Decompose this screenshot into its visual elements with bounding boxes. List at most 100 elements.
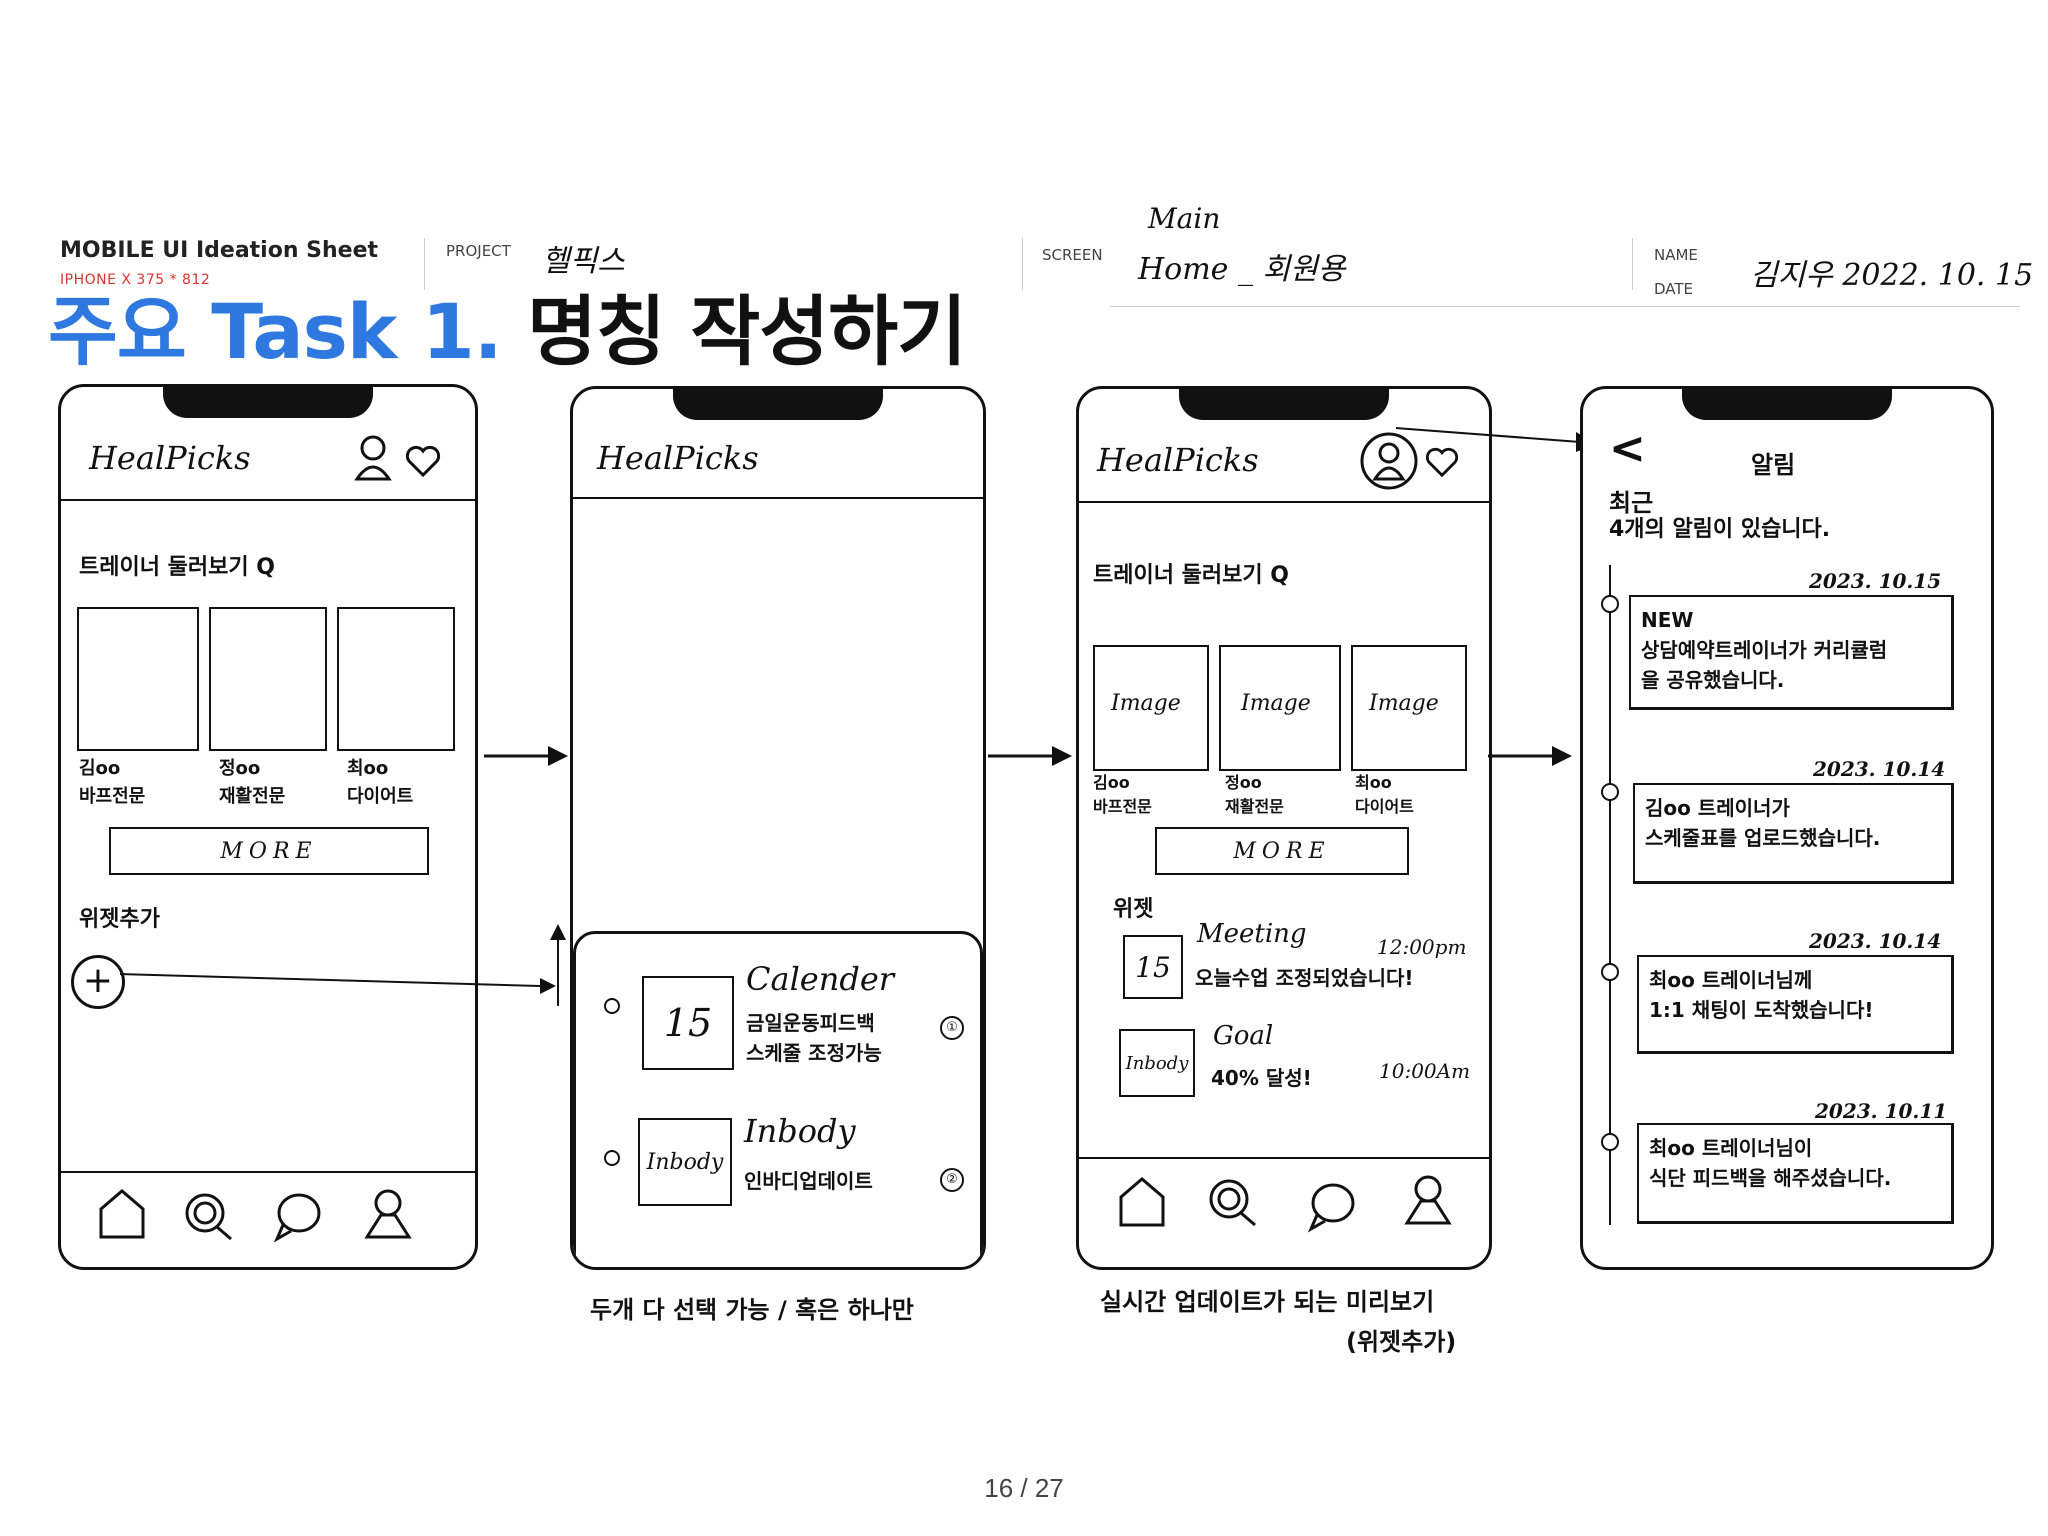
widget-title[interactable]: Meeting — [1197, 919, 1307, 949]
trainer-specialty: 다이어트 — [1355, 797, 1414, 816]
phone-screen-notifications: < 알림 최근 4개의 알림이 있습니다. 2023. 10.15 NEW 상담… — [1580, 386, 1994, 1270]
widget-description: 금일운동피드백 스케줄 조정가능 — [746, 1008, 882, 1068]
trainer-info-1: 김oo 바프전문 — [79, 755, 145, 811]
app-title: HealPicks — [597, 439, 759, 477]
nav-divider — [1079, 1157, 1489, 1159]
notification-line: 1:1 채팅이 도착했습니다! — [1649, 998, 1874, 1022]
phone-notch — [163, 387, 373, 418]
notification-line: 식단 피드백을 해주셨습니다. — [1649, 1166, 1892, 1190]
profile-nav-icon[interactable] — [1401, 1173, 1455, 1227]
more-button[interactable]: MORE — [1155, 827, 1409, 875]
profile-icon[interactable] — [351, 433, 395, 483]
screen-value-top: Main — [1148, 202, 1221, 235]
phone-screen-home-widgets: HealPicks 트레이너 둘러보기 Q Image Image Image … — [1076, 386, 1492, 1270]
trainer-info-3: 최oo 다이어트 — [347, 755, 413, 811]
image-placeholder-label: Image — [1111, 691, 1181, 716]
name-date-value: 김지우 2022. 10. 15 — [1750, 258, 2034, 293]
timeline-dot — [1601, 963, 1619, 981]
profile-to-notif-arrow — [1396, 427, 1596, 452]
name-label: NAME — [1654, 246, 1698, 264]
chat-icon[interactable] — [271, 1189, 325, 1243]
trainer-card-3[interactable] — [337, 607, 455, 751]
timeline-dot — [1601, 783, 1619, 801]
calendar-icon: 15 — [1123, 935, 1183, 999]
screen-label: SCREEN — [1042, 246, 1103, 264]
header-divider — [61, 499, 475, 501]
notification-date: 2023. 10.15 — [1809, 569, 1942, 593]
more-button[interactable]: MORE — [109, 827, 429, 875]
widget-title: Inbody — [744, 1112, 856, 1150]
search-icon[interactable] — [1205, 1175, 1259, 1229]
widget-radio-2[interactable] — [604, 1150, 620, 1166]
trainer-card-1[interactable] — [77, 607, 199, 751]
trainer-info-2: 정oo 재활전문 — [1225, 771, 1284, 819]
flow-arrow-1 — [484, 746, 568, 766]
widget-bottom-sheet: 15 Calender 금일운동피드백 스케줄 조정가능 ① Inbody In… — [573, 931, 983, 1267]
trainer-card-3[interactable]: Image — [1351, 645, 1467, 771]
widget-title: Calender — [746, 960, 895, 998]
page-number: 16 / 27 — [984, 1473, 1064, 1503]
inbody-icon: Inbody — [638, 1118, 732, 1206]
notification-item-2[interactable]: 김oo 트레이너가 스케줄표를 업로드했습니다. — [1633, 783, 1954, 884]
calendar-icon: 15 — [642, 976, 734, 1070]
notification-item-1[interactable]: NEW 상담예약트레이너가 커리큘럼 을 공유했습니다. — [1629, 595, 1954, 710]
profile-nav-icon[interactable] — [361, 1187, 415, 1241]
heart-icon[interactable] — [405, 445, 441, 479]
phone-notch — [1179, 389, 1389, 420]
search-icon[interactable] — [181, 1189, 235, 1243]
trainer-name: 김oo — [79, 758, 121, 779]
trainer-name: 정oo — [219, 758, 261, 779]
trainer-card-2[interactable] — [209, 607, 327, 751]
task-title-prefix: 주요 Task 1. — [48, 287, 503, 376]
widget-number-1: ① — [940, 1016, 964, 1040]
trainer-specialty: 재활전문 — [1225, 797, 1284, 816]
notification-item-3[interactable]: 최oo 트레이너님께 1:1 채팅이 도착했습니다! — [1637, 955, 1954, 1054]
home-icon[interactable] — [95, 1187, 149, 1241]
nav-divider — [61, 1171, 475, 1173]
widget-description: 40% 달성! — [1211, 1066, 1312, 1090]
trainer-name: 김oo — [1093, 773, 1130, 792]
notification-item-4[interactable]: 최oo 트레이너님이 식단 피드백을 해주셨습니다. — [1637, 1123, 1954, 1224]
screen3-caption-line1: 실시간 업데이트가 되는 미리보기 — [1100, 1288, 1435, 1316]
notifications-summary-line2: 4개의 알림이 있습니다. — [1609, 517, 1831, 542]
trainer-card-2[interactable]: Image — [1219, 645, 1341, 771]
add-widget-arrow — [119, 924, 566, 1006]
widget-time: 10:00Am — [1379, 1059, 1471, 1083]
trainer-specialty: 재활전문 — [219, 786, 286, 807]
sheet-title: MOBILE UI Ideation Sheet — [60, 238, 379, 263]
flow-arrow-2 — [988, 746, 1072, 766]
screen2-caption: 두개 다 선택 가능 / 혹은 하나만 — [590, 1296, 914, 1324]
widget-radio-1[interactable] — [604, 998, 620, 1014]
notification-line: 을 공유했습니다. — [1641, 668, 1785, 692]
widget-title[interactable]: Goal — [1213, 1021, 1273, 1051]
phone-screen-widget-picker: HealPicks 15 Calender 금일운동피드백 스케줄 조정가능 ①… — [570, 386, 986, 1270]
phone-screen-home-empty: HealPicks 트레이너 둘러보기 Q 김oo 바프전문 정oo 재활전문 … — [58, 384, 478, 1270]
notification-line: 상담예약트레이너가 커리큘럼 — [1641, 638, 1888, 662]
trainer-specialty: 바프전문 — [1093, 797, 1152, 816]
trainer-browse-label[interactable]: 트레이너 둘러보기 Q — [1093, 557, 1289, 589]
trainer-specialty: 다이어트 — [347, 786, 414, 807]
timeline-line — [1609, 565, 1611, 1225]
trainer-card-1[interactable]: Image — [1093, 645, 1209, 771]
widget-description: 인바디업데이트 — [744, 1169, 873, 1193]
project-label: PROJECT — [446, 242, 511, 260]
header-divider — [573, 497, 983, 499]
header-divider — [1079, 501, 1489, 503]
back-chevron-icon[interactable]: < — [1609, 423, 1646, 474]
trainer-name: 최oo — [347, 758, 389, 779]
notification-line: 최oo 트레이너님이 — [1649, 1136, 1813, 1160]
notification-date: 2023. 10.14 — [1809, 929, 1942, 953]
header-underline — [1110, 306, 2020, 307]
chat-icon[interactable] — [1305, 1179, 1359, 1233]
task-title-text: 명칭 작성하기 — [527, 287, 967, 376]
header-divider-2 — [1022, 238, 1023, 290]
timeline-dot — [1601, 595, 1619, 613]
home-icon[interactable] — [1115, 1175, 1169, 1229]
trainer-browse-label[interactable]: 트레이너 둘러보기 Q — [79, 549, 275, 581]
phone-notch — [1682, 389, 1892, 420]
screen-value: Home _ 회원용 — [1138, 252, 1346, 287]
notification-line: 최oo 트레이너님께 — [1649, 968, 1813, 992]
task-title: 주요 Task 1. 명칭 작성하기 — [48, 270, 967, 380]
flow-arrow-3 — [1488, 746, 1572, 766]
trainer-info-3: 최oo 다이어트 — [1355, 771, 1414, 819]
